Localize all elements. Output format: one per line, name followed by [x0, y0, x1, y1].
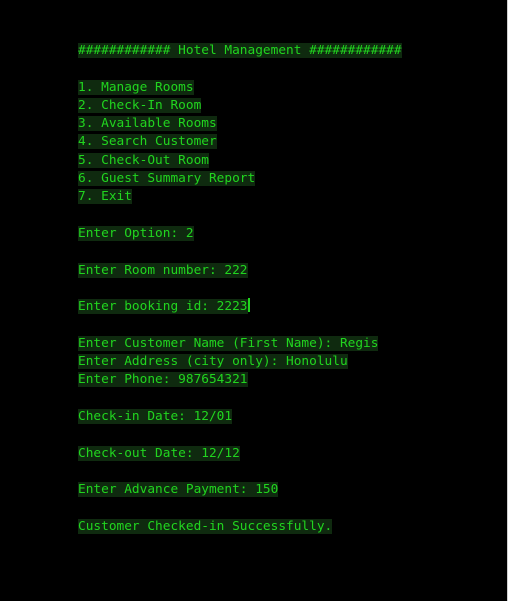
check-out-date-prompt: Check-out Date: 12/12 — [78, 445, 240, 461]
phone-prompt: Enter Phone: 987654321 — [78, 372, 248, 388]
console-output: ############ Hotel Management ##########… — [78, 42, 402, 536]
console-window[interactable]: ############ Hotel Management ##########… — [0, 0, 508, 601]
menu-item-exit: 7. Exit — [78, 189, 132, 205]
menu-item-check-in: 2. Check-In Room — [78, 97, 202, 113]
menu-item-check-out: 5. Check-Out Room — [78, 152, 209, 168]
room-number-prompt: Enter Room number: 222 — [78, 262, 248, 278]
address-prompt: Enter Address (city only): Honolulu — [78, 354, 348, 370]
advance-payment-prompt: Enter Advance Payment: 150 — [78, 482, 279, 498]
text-cursor — [247, 298, 250, 313]
customer-name-prompt: Enter Customer Name (First Name): Regis — [78, 335, 379, 351]
booking-id-prompt[interactable]: Enter booking id: 2223 — [78, 298, 402, 316]
menu-item-available-rooms: 3. Available Rooms — [78, 116, 217, 132]
success-message: Customer Checked-in Successfully. — [78, 518, 333, 534]
check-in-date-prompt: Check-in Date: 12/01 — [78, 408, 233, 424]
option-prompt: Enter Option: 2 — [78, 225, 194, 241]
menu-item-search-customer: 4. Search Customer — [78, 134, 217, 150]
menu-header: ############ Hotel Management ##########… — [78, 43, 402, 58]
menu-item-manage-rooms: 1. Manage Rooms — [78, 79, 194, 95]
menu-item-guest-summary: 6. Guest Summary Report — [78, 171, 256, 187]
